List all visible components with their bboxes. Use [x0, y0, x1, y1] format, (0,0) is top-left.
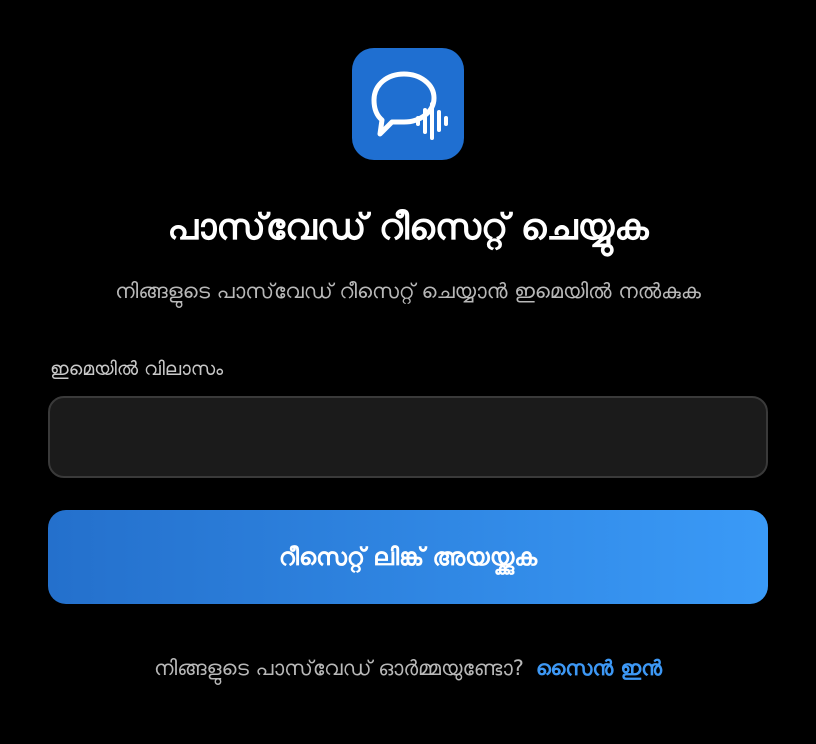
send-reset-link-button[interactable]: റീസെറ്റ് ലിങ്ക് അയയ്ക്കുക: [48, 510, 768, 604]
email-field[interactable]: [48, 396, 768, 478]
page-title: പാസ്‌വേഡ് റീസെറ്റ് ചെയ്യുക: [167, 207, 649, 248]
chat-bubble-soundwave-icon: [371, 71, 448, 140]
signin-link[interactable]: സൈൻ ഇൻ: [536, 656, 662, 680]
remember-password-text: നിങ്ങളുടെ പാസ്‌വേഡ് ഓർമ്മയുണ്ടോ?: [153, 656, 524, 680]
page-subtitle: നിങ്ങളുടെ പാസ്‌വേഡ് റീസെറ്റ് ചെയ്യാൻ ഇമെ…: [115, 279, 701, 303]
signin-prompt: നിങ്ങളുടെ പാസ്‌വേഡ് ഓർമ്മയുണ്ടോ? സൈൻ ഇൻ: [0, 652, 816, 684]
app-logo: [352, 48, 464, 160]
email-label: ഇമെയിൽ വിലാസം: [50, 358, 224, 380]
